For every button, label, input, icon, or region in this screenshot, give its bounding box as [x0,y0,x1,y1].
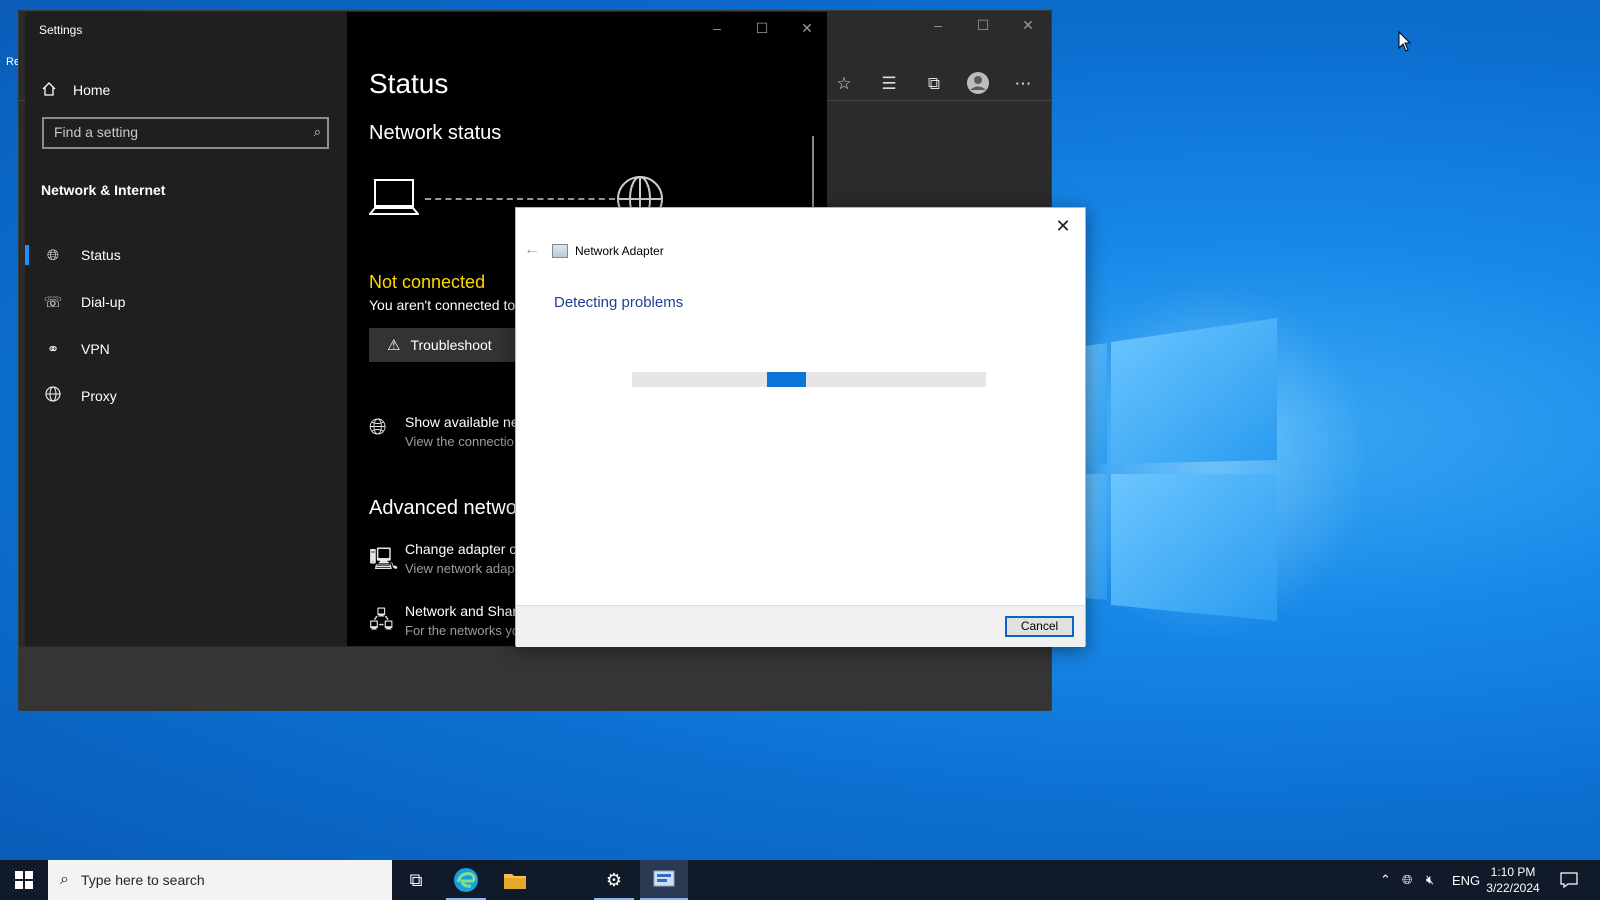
windows-logo [1085,318,1277,621]
dial-up-icon: ☏ [43,294,63,311]
browser-close-button[interactable]: ✕ [1008,17,1048,34]
dialog-app-title-text: Network Adapter [575,244,664,258]
mouse-cursor-icon [1398,31,1412,52]
sidebar-item-label: Dial-up [81,294,126,310]
taskbar-search-placeholder: Type here to search [80,872,205,888]
connection-line [425,198,615,200]
clock-date: 3/22/2024 [1486,881,1540,895]
task-view-icon[interactable]: ⧉ [392,860,440,900]
windows-start-icon [15,871,33,889]
laptop-icon [369,179,419,215]
settings-title: Settings [39,23,83,37]
browser-maximize-button[interactable]: ☐ [963,17,1003,34]
browser-content-bottom [19,647,1051,711]
start-button[interactable] [0,860,48,900]
advanced-section-title: Advanced netwo [369,497,517,519]
proxy-globe-icon [41,386,65,406]
show-hidden-icons-button[interactable]: ⌃ [1380,860,1391,900]
back-arrow-icon[interactable]: ← [524,241,540,259]
status-globe-icon: 🌐︎ [46,246,59,264]
cancel-button[interactable]: Cancel [1005,616,1074,637]
sidebar-item-label: Status [81,247,121,263]
taskbar-search-box[interactable]: ⌕ Type here to search [48,860,392,900]
system-clock[interactable]: 1:10 PM 3/22/2024 [1476,864,1550,896]
show-networks-sub: View the connectio [405,434,514,449]
home-icon [41,81,61,100]
section-title: Network & Internet [41,182,166,198]
vpn-icon: ⚭ [46,341,60,358]
network-tray-icon[interactable]: 🌐︎ [1402,860,1412,900]
find-setting-placeholder: Find a setting [54,124,139,140]
change-adapter-sub: View network adap [405,561,515,576]
change-adapter-link[interactable]: Change adapter o [405,541,517,557]
settings-minimize-button[interactable]: – [697,20,737,36]
troubleshoot-button[interactable]: ⚠ Troubleshoot [369,328,534,362]
browser-minimize-button[interactable]: – [918,17,958,33]
network-adapter-icon [552,244,568,258]
favorites-icon[interactable]: ☰ [876,71,902,97]
sharing-center-icon: 🖧 [369,607,394,632]
settings-maximize-button[interactable]: ☐ [742,20,782,37]
available-networks-icon: 🌐︎ [369,414,387,439]
sidebar-item-proxy[interactable]: Proxy [25,376,347,416]
close-icon[interactable]: ✕ [1049,212,1077,240]
sharing-center-link[interactable]: Network and Shar [405,603,517,619]
settings-gear-icon[interactable]: ⚙ [590,860,638,900]
sidebar-item-vpn[interactable]: ⚭ VPN [25,329,347,369]
favorites-add-icon[interactable]: ☆ [831,71,857,97]
progress-bar [632,372,986,387]
troubleshoot-label: Troubleshoot [410,337,492,353]
dialog-heading: Detecting problems [554,294,684,311]
collections-icon[interactable]: ⧉ [921,71,947,97]
sidebar-item-label: Proxy [81,388,117,404]
troubleshooter-taskbar-icon[interactable] [640,860,688,900]
settings-sidebar: Settings Home Find a setting ⌕ Network &… [25,12,347,646]
show-networks-link[interactable]: Show available ne [405,414,519,430]
warning-icon: ⚠ [387,337,401,354]
page-title: Status [369,68,449,99]
network-status-title: Network status [369,122,502,144]
search-icon[interactable]: ⌕ [314,124,321,140]
dialog-footer: Cancel [516,605,1085,647]
home-label: Home [73,82,111,98]
home-nav-item[interactable]: Home [41,78,110,102]
sidebar-item-status[interactable]: 🌐︎ Status [25,235,347,275]
file-explorer-icon[interactable] [491,860,539,900]
taskbar: ⌕ Type here to search ⧉ ⚙ ⌃ 🌐︎ 🔇︎ ENG 1:… [0,860,1600,900]
more-icon[interactable]: ⋯ [1010,71,1036,97]
dialog-app-title: Network Adapter [552,244,664,258]
connection-status-text: Not connected [369,272,486,292]
edge-browser-icon[interactable] [442,860,490,900]
search-icon: ⌕ [60,871,69,888]
progress-indicator [767,372,806,387]
profile-icon[interactable] [965,71,991,97]
find-setting-input[interactable]: Find a setting ⌕ [42,117,329,149]
notifications-icon[interactable] [1560,860,1578,900]
adapter-options-icon: 🖳 [369,546,399,571]
settings-close-button[interactable]: ✕ [787,20,827,37]
connection-status-description: You aren't connected to [369,297,516,313]
sharing-center-sub: For the networks yo [405,623,520,638]
sidebar-item-dial-up[interactable]: ☏ Dial-up [25,282,347,322]
troubleshooter-dialog: ✕ ← Network Adapter Detecting problems C… [515,207,1086,647]
sidebar-item-label: VPN [81,341,110,357]
clock-time: 1:10 PM [1490,865,1536,879]
volume-muted-icon[interactable]: 🔇︎ [1426,860,1434,900]
